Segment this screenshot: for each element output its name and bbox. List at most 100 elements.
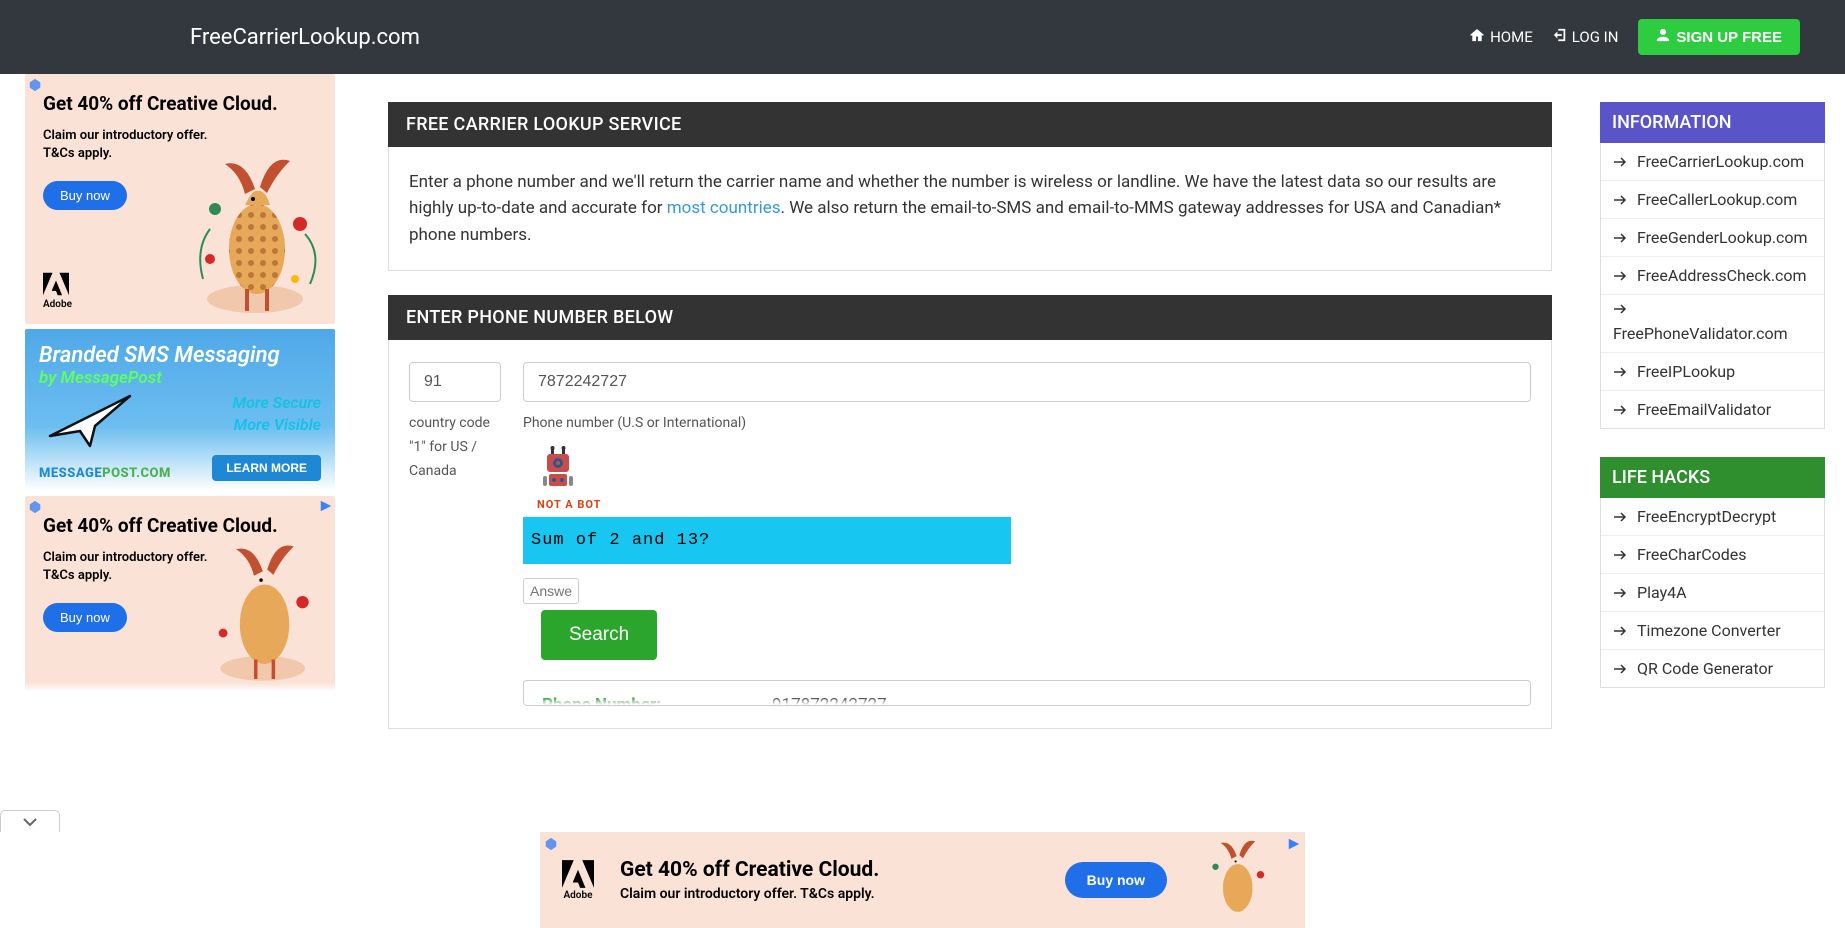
sidebar-label: FreeAddressCheck.com	[1637, 266, 1807, 285]
captcha-question: Sum of 2 and 13?	[523, 517, 1011, 564]
sidebar-item-freecallerlookup[interactable]: FreeCallerLookup.com	[1601, 180, 1824, 218]
bottom-ad-bar: Adobe Get 40% off Creative Cloud. Claim …	[0, 832, 1845, 928]
ad-fade	[25, 683, 335, 691]
arrow-icon	[1613, 271, 1627, 281]
paper-plane-icon	[45, 391, 140, 451]
arrow-icon	[1613, 157, 1627, 167]
ad-sub1: Claim our introductory offer.	[43, 127, 317, 145]
sms-brand-2: POST.COM	[102, 466, 171, 481]
sms-brand-1: MESSAGE	[39, 466, 102, 481]
ad-illustration	[200, 536, 330, 686]
main-column: FREE CARRIER LOOKUP SERVICE Enter a phon…	[340, 74, 1600, 729]
signup-label: SIGN UP FREE	[1676, 29, 1782, 46]
sidebar-item-freeaddresscheck[interactable]: FreeAddressCheck.com	[1601, 256, 1824, 294]
arrow-icon	[1613, 550, 1627, 560]
sidebar-item-qr-code-generator[interactable]: QR Code Generator	[1601, 649, 1824, 687]
sidebar-info-header: INFORMATION	[1600, 102, 1825, 143]
panel1-body: Enter a phone number and we'll return th…	[388, 147, 1552, 271]
arrow-icon	[1613, 233, 1627, 243]
ad-title: Get 40% off Creative Cloud.	[43, 92, 317, 115]
sidebar-hacks-header: LIFE HACKS	[1600, 457, 1825, 498]
country-code-input[interactable]	[409, 362, 501, 402]
arrow-icon	[1613, 195, 1627, 205]
sidebar-info-list: FreeCarrierLookup.com FreeCallerLookup.c…	[1600, 143, 1825, 429]
chevron-down-icon	[22, 817, 38, 827]
result-fade	[524, 697, 1530, 705]
arrow-icon	[1613, 367, 1627, 377]
ad-close-icon[interactable]	[1287, 836, 1301, 850]
sidebar-item-freecarrierlookup[interactable]: FreeCarrierLookup.com	[1601, 143, 1824, 180]
sidebar-hacks-list: FreeEncryptDecrypt FreeCharCodes Play4A …	[1600, 498, 1825, 688]
ad-adobe-bottom[interactable]: Adobe Get 40% off Creative Cloud. Claim …	[540, 832, 1305, 928]
ad-buy-button[interactable]: Buy now	[43, 181, 127, 210]
adobe-logo: Adobe	[43, 272, 72, 310]
sidebar-item-freeiplookup[interactable]: FreeIPLookup	[1601, 352, 1824, 390]
login-link[interactable]: LOG IN	[1553, 28, 1619, 46]
sidebar-item-freeemailvalidator[interactable]: FreeEmailValidator	[1601, 390, 1824, 428]
arrow-icon	[1613, 304, 1627, 314]
sidebar-item-play4a[interactable]: Play4A	[1601, 573, 1824, 611]
ad-sub: Claim our introductory offer. T&Cs apply…	[620, 886, 879, 902]
collapse-ad-button[interactable]	[0, 810, 60, 832]
ad-illustration	[185, 149, 330, 319]
adobe-name: Adobe	[564, 890, 593, 901]
home-link[interactable]: HOME	[1469, 28, 1533, 47]
header-bar: FreeCarrierLookup.com HOME LOG IN SIGN U…	[0, 0, 1845, 74]
adchoices-icon[interactable]	[28, 499, 42, 513]
sidebar-item-freegenderlookup[interactable]: FreeGenderLookup.com	[1601, 218, 1824, 256]
sms-brand: MESSAGEPOST.COM	[39, 466, 171, 481]
brand-title[interactable]: FreeCarrierLookup.com	[190, 25, 420, 50]
sidebar-item-timezone-converter[interactable]: Timezone Converter	[1601, 611, 1824, 649]
panel1-header: FREE CARRIER LOOKUP SERVICE	[388, 102, 1552, 147]
panel2-header: ENTER PHONE NUMBER BELOW	[388, 295, 1552, 340]
signup-button[interactable]: SIGN UP FREE	[1638, 19, 1800, 55]
sidebar-label: FreeCallerLookup.com	[1637, 190, 1797, 209]
sidebar-label: QR Code Generator	[1637, 659, 1773, 678]
sidebar-label: FreeGenderLookup.com	[1637, 228, 1808, 247]
sms-subtitle: by MessagePost	[39, 368, 321, 388]
sidebar-label: FreePhoneValidator.com	[1613, 324, 1812, 343]
ad-close-icon[interactable]	[319, 498, 333, 512]
adchoices-icon[interactable]	[544, 836, 558, 850]
adchoices-icon[interactable]	[28, 77, 42, 91]
adobe-logo: Adobe	[562, 860, 594, 901]
sidebar-item-freephonevalidator[interactable]: FreePhoneValidator.com	[1601, 294, 1824, 352]
sidebar-label: FreeEmailValidator	[1637, 400, 1771, 419]
ad-adobe-1[interactable]: Get 40% off Creative Cloud. Claim our in…	[25, 74, 335, 324]
phone-help-text: Phone number (U.S or International)	[523, 412, 1531, 436]
robot-icon	[537, 446, 579, 490]
ad-buy-button[interactable]: Buy now	[1065, 862, 1167, 898]
learn-more-button[interactable]: LEARN MORE	[212, 455, 321, 481]
service-description: Enter a phone number and we'll return th…	[409, 169, 1531, 248]
captcha-answer-input[interactable]	[523, 578, 579, 604]
adobe-name: Adobe	[43, 299, 72, 310]
arrow-icon	[1613, 405, 1627, 415]
ad-adobe-2[interactable]: Get 40% off Creative Cloud. Claim our in…	[25, 496, 335, 691]
sidebar-item-freecharcodes[interactable]: FreeCharCodes	[1601, 535, 1824, 573]
ad-messagepost[interactable]: Branded SMS Messaging by MessagePost Mor…	[25, 329, 335, 491]
sidebar-label: FreeIPLookup	[1637, 362, 1735, 381]
sidebar-label: Play4A	[1637, 583, 1687, 602]
arrow-icon	[1613, 664, 1627, 674]
sidebar-item-freeencryptdecrypt[interactable]: FreeEncryptDecrypt	[1601, 498, 1824, 535]
phone-number-input[interactable]	[523, 362, 1531, 402]
sms-title: Branded SMS Messaging	[39, 343, 321, 368]
ad-illustration	[1193, 835, 1283, 925]
home-label: HOME	[1490, 28, 1533, 46]
captcha-label: NOT A BOT	[537, 498, 1531, 511]
user-icon	[1656, 28, 1670, 46]
cc-help-text: country code "1" for US / Canada	[409, 412, 501, 483]
sidebar-label: Timezone Converter	[1637, 621, 1781, 640]
most-countries-link[interactable]: most countries	[667, 198, 781, 218]
sidebar-label: FreeCarrierLookup.com	[1637, 152, 1804, 171]
home-icon	[1469, 28, 1485, 47]
arrow-icon	[1613, 512, 1627, 522]
ad-title: Get 40% off Creative Cloud.	[43, 514, 317, 537]
search-button[interactable]: Search	[541, 610, 657, 660]
nav-right: HOME LOG IN SIGN UP FREE	[1469, 19, 1800, 55]
sidebar: INFORMATION FreeCarrierLookup.com FreeCa…	[1600, 74, 1845, 729]
left-ad-column: Get 40% off Creative Cloud. Claim our in…	[0, 74, 340, 729]
login-label: LOG IN	[1572, 28, 1619, 46]
sidebar-label: FreeCharCodes	[1637, 545, 1747, 564]
ad-buy-button[interactable]: Buy now	[43, 603, 127, 632]
